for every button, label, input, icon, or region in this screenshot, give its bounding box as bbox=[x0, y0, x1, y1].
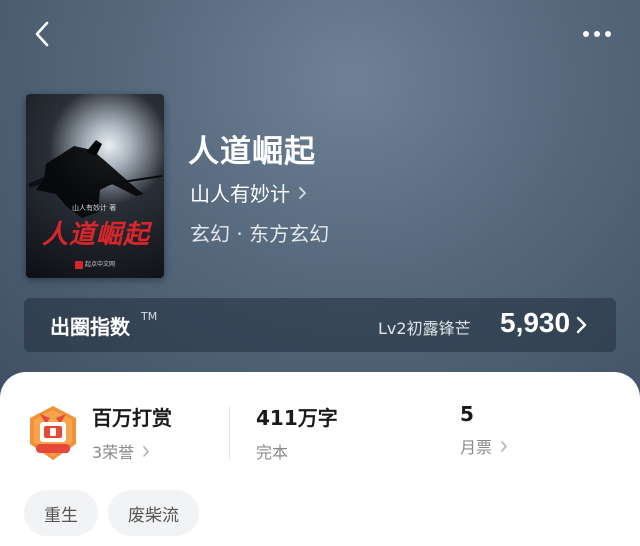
cover-publisher: 起点中文网 bbox=[26, 259, 164, 269]
book-genre: 玄幻 · 东方玄幻 bbox=[190, 222, 330, 246]
info-card: 百万打赏 3荣誉 411万字 完本 5 月票 重生 废柴流 bbox=[0, 372, 640, 546]
popularity-level: Lv2初露锋芒 bbox=[378, 319, 471, 338]
stat-divider bbox=[229, 406, 230, 460]
chevron-right-icon bbox=[576, 316, 587, 334]
book-cover[interactable]: 山人有妙计 著 人道崛起 起点中文网 bbox=[26, 94, 164, 278]
cover-title-text: 人道崛起 bbox=[42, 220, 151, 250]
trademark-mark: TM bbox=[141, 310, 158, 323]
word-count-stat: 411万字 完本 bbox=[256, 402, 338, 463]
more-dots-icon bbox=[583, 31, 611, 37]
tag-list: 重生 废柴流 bbox=[24, 490, 199, 536]
monthly-ticket-count: 5 bbox=[460, 402, 474, 426]
author-name: 山人有妙计 bbox=[190, 182, 290, 206]
back-button[interactable] bbox=[28, 20, 56, 48]
book-title: 人道崛起 bbox=[188, 134, 316, 170]
word-count: 411万字 bbox=[256, 406, 338, 430]
popularity-label: 出圈指数 bbox=[50, 315, 130, 339]
honor-count: 3荣誉 bbox=[92, 443, 135, 462]
monthly-ticket-link[interactable]: 月票 bbox=[460, 434, 508, 458]
chevron-right-icon bbox=[501, 440, 507, 452]
more-button[interactable] bbox=[580, 22, 614, 46]
top-bar bbox=[0, 0, 640, 70]
honor-link[interactable]: 3荣誉 bbox=[92, 439, 172, 463]
popularity-index-bar[interactable]: 出圈指数 TM Lv2初露锋芒 5,930 bbox=[24, 298, 616, 352]
hero-header: 山人有妙计 著 人道崛起 起点中文网 人道崛起 山人有妙计 玄幻 · 东方玄幻 … bbox=[0, 0, 640, 400]
chevron-left-icon bbox=[35, 21, 49, 47]
chevron-right-icon bbox=[299, 186, 306, 199]
publisher-logo-icon bbox=[74, 260, 83, 269]
cover-author-text: 山人有妙计 著 bbox=[72, 204, 117, 212]
reward-title: 百万打赏 bbox=[92, 406, 172, 430]
popularity-score: 5,930 bbox=[500, 307, 571, 338]
cover-publisher-text: 起点中文网 bbox=[84, 261, 115, 268]
author-link[interactable]: 山人有妙计 bbox=[190, 178, 307, 207]
monthly-ticket-label: 月票 bbox=[460, 438, 493, 457]
tag-chip[interactable]: 废柴流 bbox=[108, 490, 199, 536]
monthly-ticket-stat[interactable]: 5 月票 bbox=[460, 402, 508, 458]
chevron-right-icon bbox=[143, 445, 149, 457]
tag-chip[interactable]: 重生 bbox=[24, 490, 98, 536]
gift-badge-icon bbox=[30, 406, 76, 460]
reward-stat[interactable]: 百万打赏 3荣誉 bbox=[92, 402, 172, 463]
completion-status: 完本 bbox=[256, 443, 289, 462]
